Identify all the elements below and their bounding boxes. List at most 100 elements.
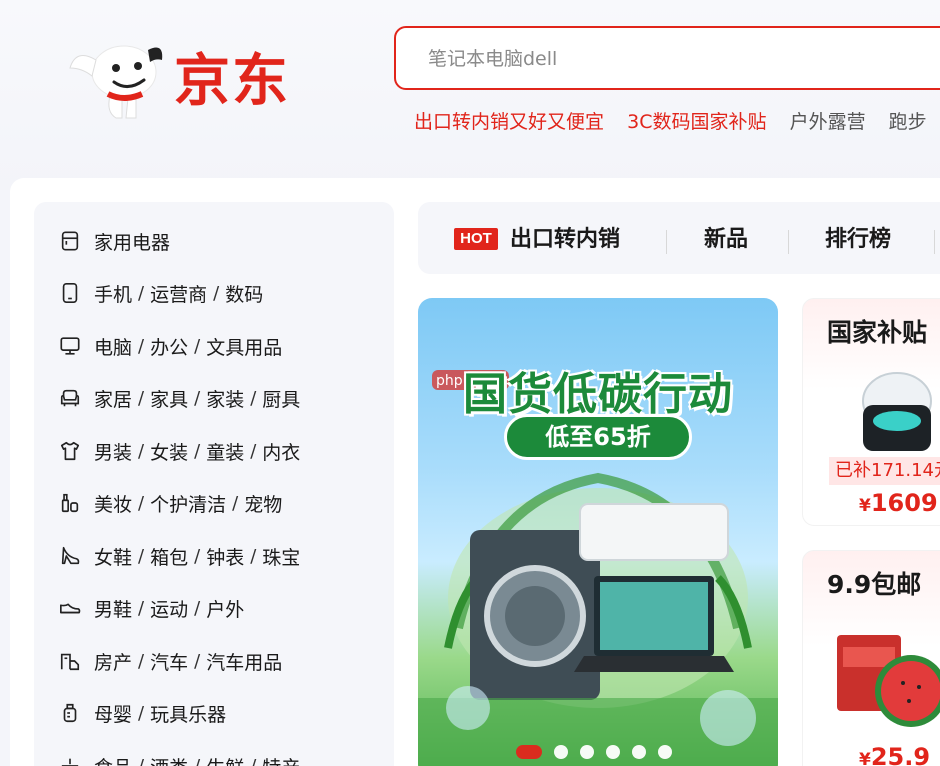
shirt-icon: [58, 439, 82, 463]
category-separator: /: [138, 545, 145, 567]
category-link[interactable]: 童装: [206, 438, 244, 465]
carousel-dot-active[interactable]: [516, 745, 542, 759]
food-icon: [58, 754, 82, 766]
category-link[interactable]: 户外: [206, 595, 244, 622]
jd-logo[interactable]: 京东: [62, 38, 322, 122]
tab-rankings[interactable]: 排行榜: [825, 224, 891, 256]
baby-bottle-icon: [58, 701, 82, 725]
category-separator: /: [138, 387, 145, 409]
sneaker-icon: [58, 596, 82, 620]
jd-logo-text: 京东: [174, 49, 290, 114]
category-row-phones: 手机 / 运营商 / 数码: [58, 275, 263, 311]
search-box: [394, 26, 940, 90]
promo-banner-carousel[interactable]: php中文网 国货低碳行动 低至65折: [418, 298, 778, 766]
tab-divider: [788, 230, 789, 254]
carousel-dot[interactable]: [554, 745, 568, 759]
speaker-product-image: [862, 372, 932, 451]
category-separator: /: [250, 755, 257, 766]
carousel-dot[interactable]: [658, 745, 672, 759]
category-link[interactable]: 钟表: [206, 543, 244, 570]
jd-mascot-dog-icon: [69, 45, 163, 119]
channel-nav-bar: HOT 出口转内销 新品 排行榜: [418, 202, 940, 274]
subsidy-tag: 已补171.14元: [829, 457, 940, 485]
category-link[interactable]: 特产: [262, 753, 300, 766]
category-link[interactable]: 运营商: [150, 280, 207, 307]
category-link[interactable]: 家装: [206, 385, 244, 412]
category-row-food: 食品 / 酒类 / 生鲜 / 特产: [58, 748, 300, 766]
promo-price: ¥1609: [859, 489, 938, 517]
category-link[interactable]: 文具用品: [206, 333, 282, 360]
promo-title: 9.9包邮: [827, 570, 922, 599]
category-row-sports: 男鞋 / 运动 / 户外: [58, 590, 244, 626]
category-separator: /: [250, 545, 257, 567]
hot-word-link[interactable]: 跑步: [889, 106, 927, 138]
category-separator: /: [250, 387, 257, 409]
category-link[interactable]: 女鞋: [94, 543, 132, 570]
category-link[interactable]: 男鞋: [94, 595, 132, 622]
category-row-appliances: 家用电器: [58, 223, 170, 259]
category-separator: /: [250, 440, 257, 462]
category-separator: /: [138, 702, 145, 724]
hot-word-link[interactable]: 户外露营: [790, 106, 866, 138]
category-separator: /: [194, 755, 201, 766]
category-link[interactable]: 运动: [150, 595, 188, 622]
appliance-icon: [58, 229, 82, 253]
sofa-icon: [58, 386, 82, 410]
category-link[interactable]: 电脑: [94, 333, 132, 360]
carousel-dot[interactable]: [580, 745, 594, 759]
promo-card-subsidy[interactable]: 国家补贴 已补171.14元 ¥1609: [802, 298, 940, 526]
category-link[interactable]: 汽车: [150, 648, 188, 675]
category-row-shoes-bags: 女鞋 / 箱包 / 钟表 / 珠宝: [58, 538, 300, 574]
category-link[interactable]: 珠宝: [262, 543, 300, 570]
category-link[interactable]: 玩具乐器: [150, 700, 226, 727]
banner-title: 国货低碳行动: [463, 369, 733, 420]
category-link[interactable]: 汽车用品: [206, 648, 282, 675]
category-separator: /: [138, 492, 145, 514]
search-input[interactable]: [428, 44, 928, 74]
tab-export-domestic[interactable]: 出口转内销: [510, 224, 620, 256]
category-link[interactable]: 厨具: [262, 385, 300, 412]
category-link[interactable]: 办公: [150, 333, 188, 360]
category-link[interactable]: 男装: [94, 438, 132, 465]
category-link[interactable]: 女装: [150, 438, 188, 465]
category-link[interactable]: 生鲜: [206, 753, 244, 766]
promo-card-free-shipping[interactable]: 9.9包邮 ¥25.9: [802, 550, 940, 766]
category-link[interactable]: 母婴: [94, 700, 132, 727]
category-separator: /: [138, 597, 145, 619]
hot-word-link[interactable]: 出口转内销又好又便宜: [414, 106, 604, 138]
category-link[interactable]: 内衣: [262, 438, 300, 465]
category-link[interactable]: 个护清洁: [150, 490, 226, 517]
category-separator: /: [213, 282, 220, 304]
category-link[interactable]: 家用电器: [94, 228, 170, 255]
banner-discount: 低至65折: [504, 414, 692, 460]
category-link[interactable]: 房产: [94, 648, 132, 675]
category-row-computers: 电脑 / 办公 / 文具用品: [58, 328, 282, 364]
category-separator: /: [138, 440, 145, 462]
category-link[interactable]: 美妆: [94, 490, 132, 517]
carousel-dots: [516, 744, 684, 760]
category-separator: /: [138, 650, 145, 672]
price-value: 1609: [870, 489, 938, 517]
category-link[interactable]: 家居: [94, 385, 132, 412]
tab-divider: [666, 230, 667, 254]
category-link[interactable]: 宠物: [244, 490, 282, 517]
category-link[interactable]: 手机: [94, 280, 132, 307]
category-link[interactable]: 食品: [94, 753, 132, 766]
category-row-beauty: 美妆 / 个护清洁 / 宠物: [58, 485, 282, 521]
carousel-dot[interactable]: [606, 745, 620, 759]
promo-price: ¥25.9: [859, 743, 930, 766]
hot-word-link[interactable]: 3C数码国家补贴: [627, 106, 766, 138]
category-link[interactable]: 箱包: [150, 543, 188, 570]
category-row-home: 家居 / 家具 / 家装 / 厨具: [58, 380, 300, 416]
heel-icon: [58, 544, 82, 568]
category-separator: /: [194, 335, 201, 357]
price-currency: ¥: [859, 496, 871, 516]
category-link[interactable]: 酒类: [150, 753, 188, 766]
category-row-baby: 母婴 / 玩具乐器: [58, 695, 226, 731]
category-separator: /: [194, 545, 201, 567]
carousel-dot[interactable]: [632, 745, 646, 759]
tab-divider: [934, 230, 935, 254]
tab-new-products[interactable]: 新品: [704, 224, 748, 256]
category-link[interactable]: 家具: [150, 385, 188, 412]
category-link[interactable]: 数码: [225, 280, 263, 307]
